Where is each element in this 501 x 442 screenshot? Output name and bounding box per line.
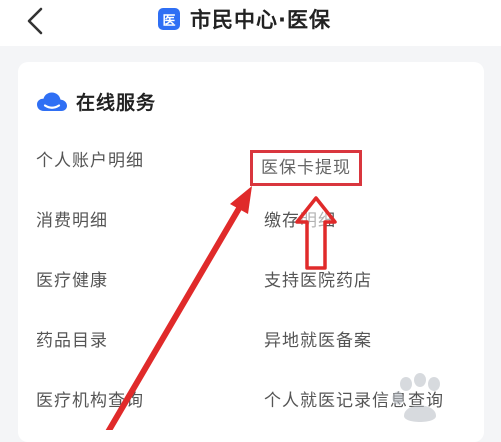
service-supported-hospitals-pharmacies[interactable]: 支持医院药店 [264,270,372,292]
service-medical-health[interactable]: 医疗健康 [36,270,108,292]
medical-insurance-icon: 医 [158,8,180,30]
cloud-icon [37,92,67,111]
page-title: 市民中心·医保 [190,8,331,32]
section-title: 在线服务 [76,92,157,114]
back-button[interactable] [18,4,52,38]
service-drug-catalog[interactable]: 药品目录 [36,330,108,352]
top-navigation-bar: 医 市民中心·医保 [0,0,501,46]
page-title-group: 医 市民中心·医保 [158,4,331,34]
watermark-paw-icon [392,373,440,422]
service-medical-card-withdrawal[interactable]: 医保卡提现 [250,150,362,186]
service-medical-institution-search[interactable]: 医疗机构查询 [36,390,144,412]
service-consumption-details[interactable]: 消费明细 [36,210,108,232]
section-header: 在线服务 [36,88,156,115]
service-payment-details[interactable]: 缴存明细 [264,210,336,232]
service-remote-medical-filing[interactable]: 异地就医备案 [264,330,372,352]
service-personal-account-details[interactable]: 个人账户明细 [36,150,144,172]
chevron-left-icon [27,7,43,35]
